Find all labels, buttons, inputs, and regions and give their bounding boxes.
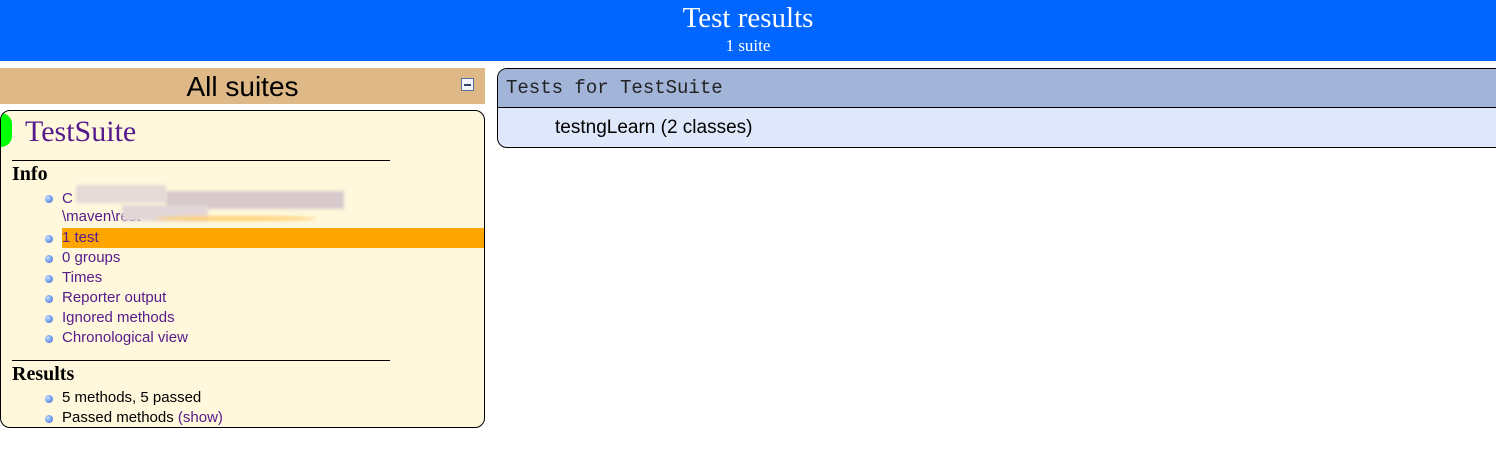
- bullet-icon: [45, 295, 53, 303]
- suite-panel: TestSuite Info C \maven\rest 1 test 0 gr…: [0, 110, 485, 428]
- info-item-ignored-methods[interactable]: Ignored methods: [62, 308, 175, 328]
- bullet-icon: [45, 255, 53, 263]
- divider: [12, 160, 390, 161]
- info-item-groups[interactable]: 0 groups: [62, 248, 120, 268]
- bullet-icon: [45, 235, 53, 243]
- info-item-tests[interactable]: 1 test: [62, 228, 484, 248]
- bullet-icon: [45, 415, 53, 423]
- divider: [12, 360, 390, 361]
- redaction-block: [156, 216, 316, 221]
- test-entry[interactable]: testngLearn (2 classes): [555, 117, 753, 139]
- show-passed-methods-link[interactable]: (show): [178, 409, 223, 426]
- info-item-chronological-view[interactable]: Chronological view: [62, 328, 188, 348]
- passed-methods: Passed methods (show): [62, 408, 223, 427]
- page-title: Test results: [682, 2, 814, 34]
- tests-header: Tests for TestSuite: [498, 69, 1496, 108]
- bullet-icon: [45, 395, 53, 403]
- suite-name[interactable]: TestSuite: [25, 114, 136, 150]
- results-heading: Results: [12, 363, 75, 385]
- info-item-reporter-output[interactable]: Reporter output: [62, 288, 166, 308]
- bullet-icon: [45, 275, 53, 283]
- bullet-icon: [45, 335, 53, 343]
- tests-header-label: Tests for TestSuite: [506, 77, 723, 99]
- suite-count: 1 suite: [725, 36, 771, 55]
- passed-methods-label: Passed methods: [62, 409, 174, 426]
- collapse-icon[interactable]: [461, 78, 474, 91]
- suite-path-redacted: C \maven\rest: [62, 183, 352, 225]
- suite-path-line1: C: [62, 190, 73, 207]
- navigator-title: All suites: [186, 71, 299, 102]
- navigator-header: All suites: [0, 68, 485, 104]
- info-item-times[interactable]: Times: [62, 268, 102, 288]
- results-summary: 5 methods, 5 passed: [62, 389, 202, 406]
- redaction-block: [76, 185, 166, 203]
- suite-status-indicator: [1, 113, 12, 147]
- bullet-icon: [45, 195, 53, 203]
- info-heading: Info: [12, 163, 48, 185]
- bullet-icon: [45, 315, 53, 323]
- main-panel: Tests for TestSuite testngLearn (2 class…: [497, 68, 1496, 148]
- top-banner: Test results 1 suite: [0, 0, 1496, 61]
